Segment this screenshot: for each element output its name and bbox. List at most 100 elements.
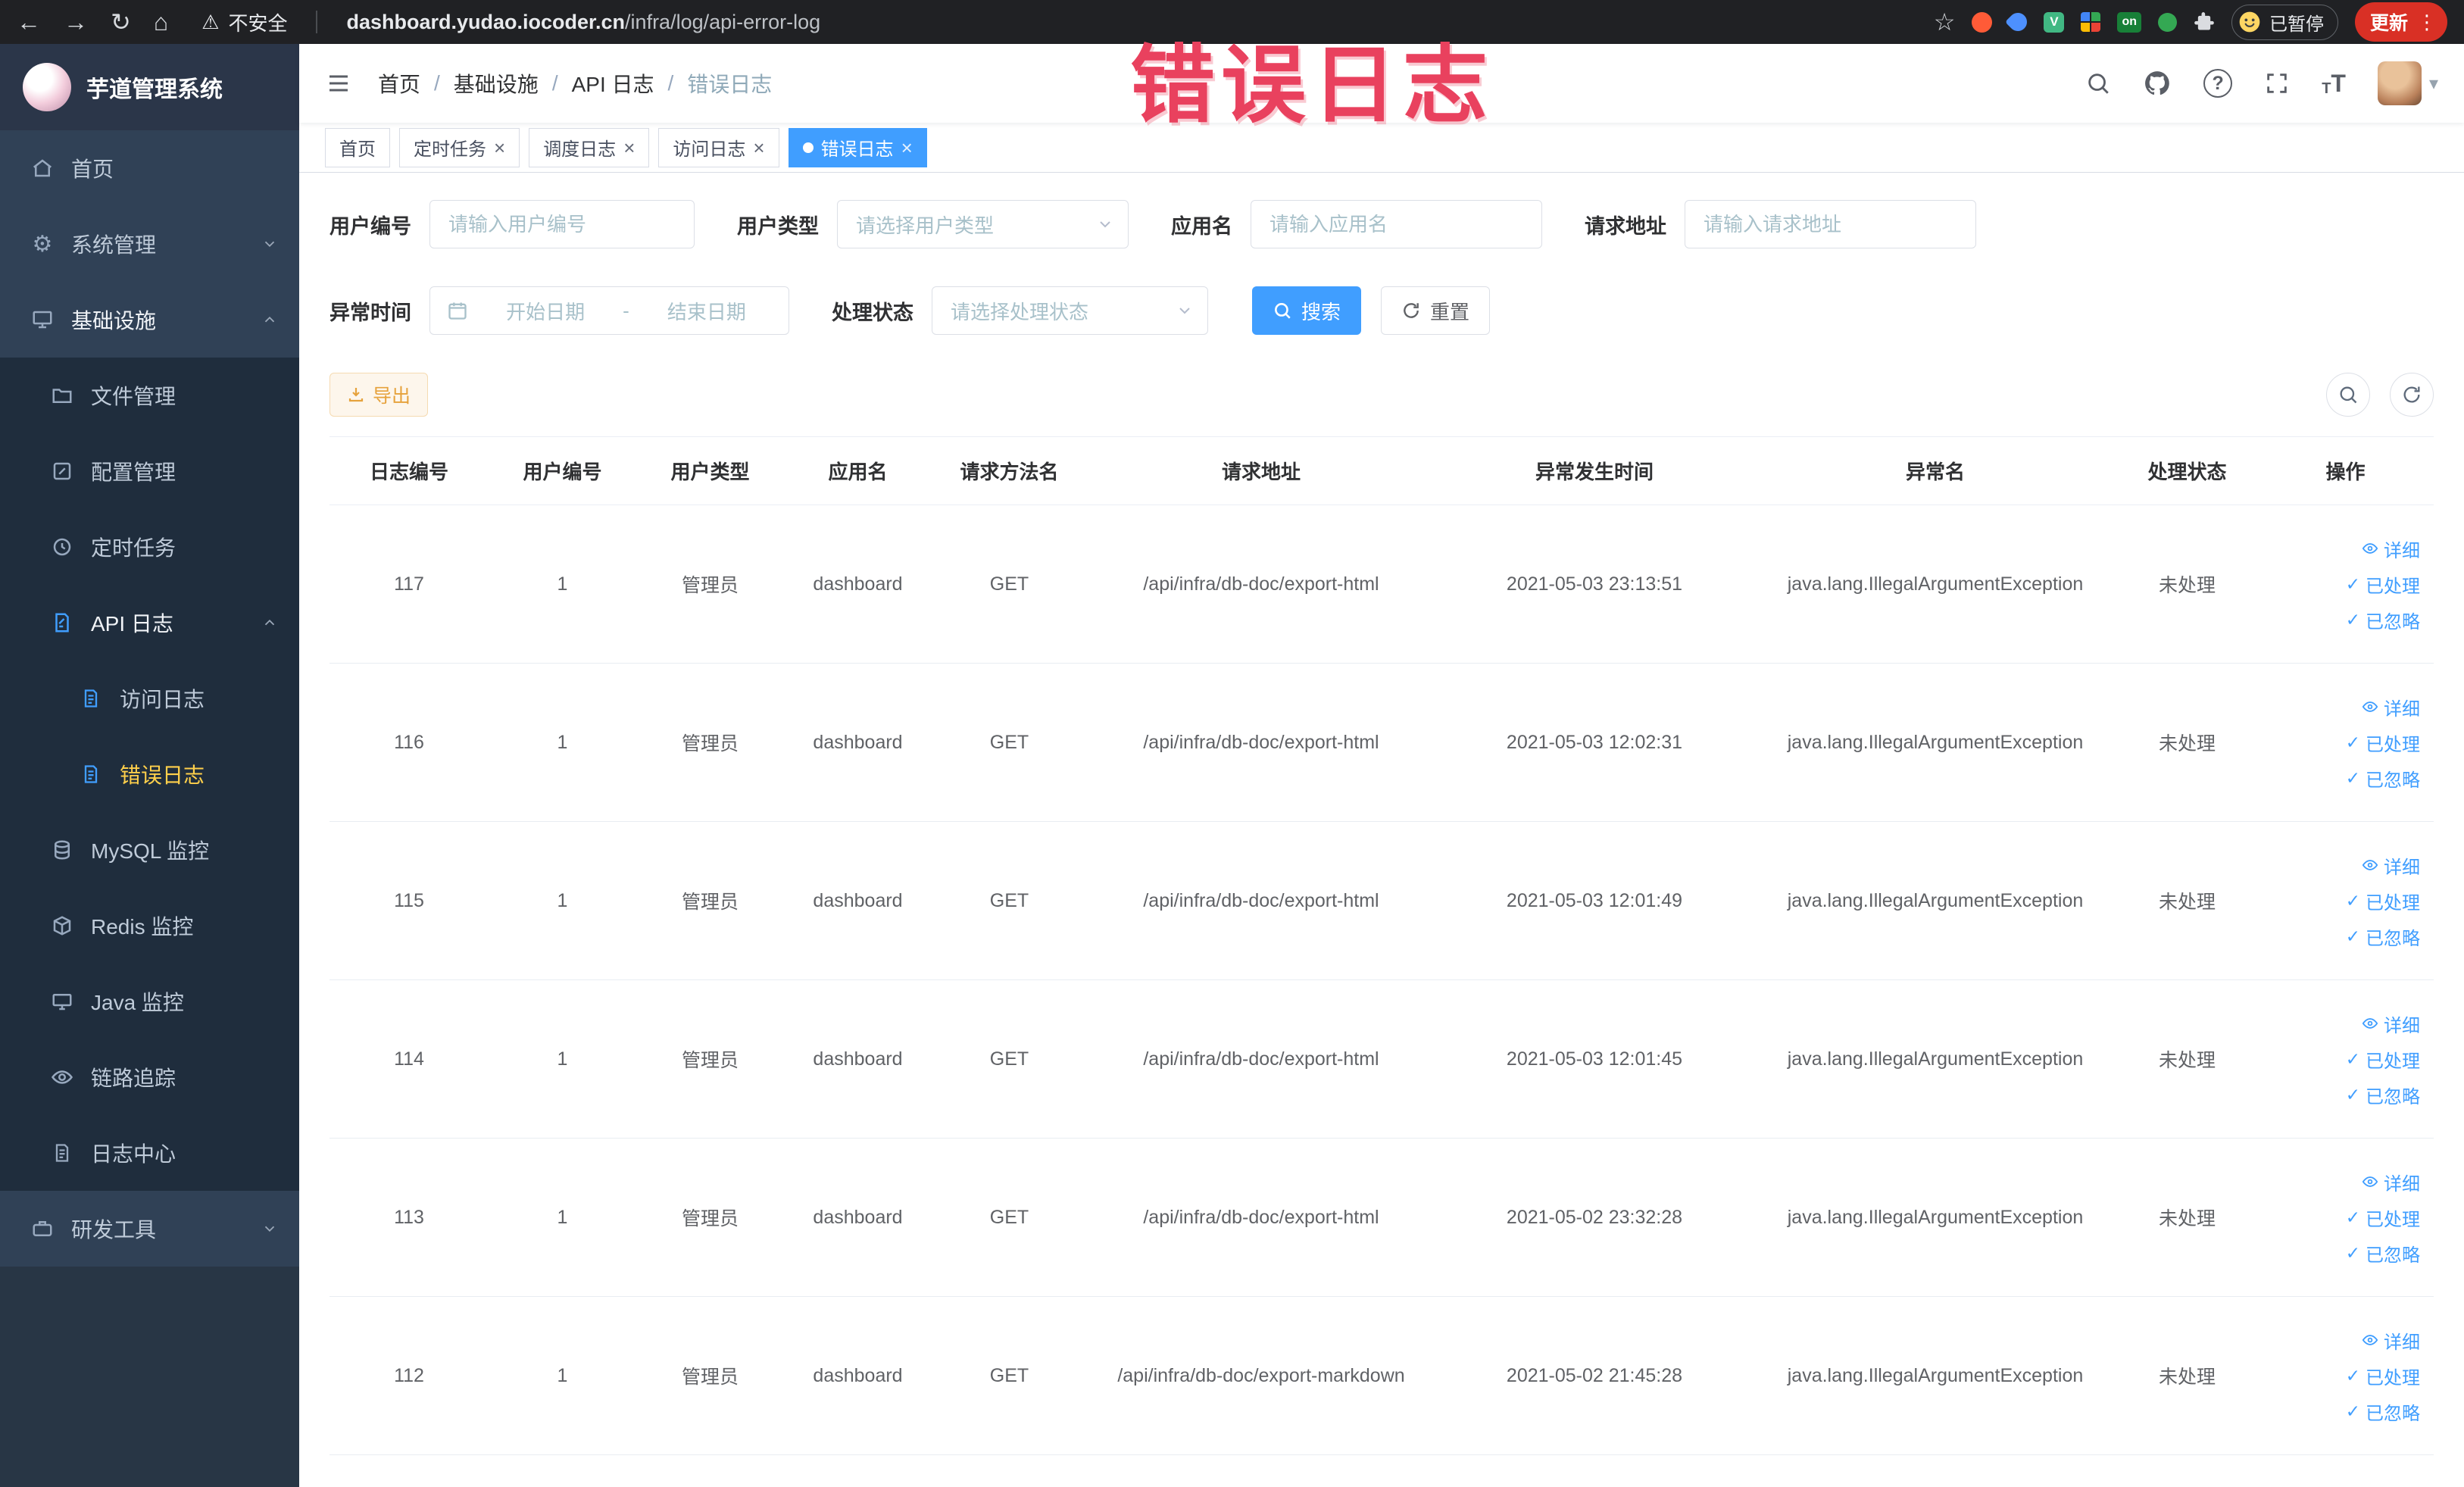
sidebar-item-system-management[interactable]: ⚙ 系统管理: [0, 206, 299, 282]
sidebar-item-log-center[interactable]: 日志中心: [0, 1115, 299, 1191]
request-url-input[interactable]: [1685, 200, 1976, 248]
detail-link[interactable]: 详细: [2362, 1327, 2420, 1354]
forward-icon[interactable]: →: [64, 10, 88, 34]
tab-home[interactable]: 首页: [325, 127, 390, 167]
cell-user-id: 1: [489, 821, 636, 980]
puzzle-icon[interactable]: [2194, 11, 2215, 33]
sidebar-item-redis-monitor[interactable]: Redis 监控: [0, 888, 299, 964]
mark-ignored-link[interactable]: ✓ 已忽略: [2346, 923, 2420, 950]
mark-ignored-link[interactable]: ✓ 已忽略: [2346, 1398, 2420, 1425]
help-icon[interactable]: ?: [2203, 69, 2233, 98]
col-header: 请求方法名: [932, 436, 1087, 505]
sidebar-item-infrastructure[interactable]: 基础设施: [0, 282, 299, 358]
close-icon[interactable]: ×: [753, 138, 764, 158]
breadcrumb-item[interactable]: 首页: [378, 68, 420, 98]
chevron-down-icon: [261, 1220, 278, 1237]
mark-ignored-link[interactable]: ✓ 已忽略: [2346, 1240, 2420, 1267]
sidebar-item-tracing[interactable]: 链路追踪: [0, 1039, 299, 1115]
table-toolbar: 导出: [329, 373, 2434, 417]
breadcrumb-item[interactable]: 基础设施: [454, 68, 539, 98]
github-icon[interactable]: [2143, 69, 2172, 98]
search-button[interactable]: 搜索: [1252, 286, 1362, 335]
sidebar-item-home[interactable]: 首页: [0, 130, 299, 206]
mark-processed-link[interactable]: ✓ 已处理: [2346, 571, 2420, 598]
tab-error-logs[interactable]: 错误日志 ×: [788, 127, 927, 167]
vue-devtools-icon[interactable]: V: [2044, 11, 2065, 33]
chrome-update-button[interactable]: 更新 ⋮: [2354, 2, 2447, 42]
address-bar[interactable]: dashboard.yudao.iocoder.cn/infra/log/api…: [346, 11, 820, 34]
sidebar-item-dev-tools[interactable]: 研发工具: [0, 1191, 299, 1267]
hamburger-icon[interactable]: [325, 70, 352, 97]
bookmark-star-icon[interactable]: ☆: [1934, 10, 1956, 34]
extension-icon[interactable]: [2157, 12, 2177, 32]
end-date-input[interactable]: 结束日期: [642, 297, 772, 325]
check-icon: ✓: [2345, 732, 2360, 752]
detail-link[interactable]: 详细: [2362, 852, 2420, 879]
process-status-select[interactable]: 请选择处理状态: [932, 286, 1208, 335]
breadcrumb-item[interactable]: API 日志: [572, 68, 654, 98]
extension-icon[interactable]: [2081, 12, 2101, 32]
extension-on-icon[interactable]: on: [2117, 11, 2141, 33]
check-icon: ✓: [2345, 1242, 2360, 1263]
app-logo[interactable]: 芋道管理系统: [0, 44, 299, 130]
update-label: 更新: [2369, 13, 2408, 34]
reload-icon[interactable]: ↻: [111, 10, 131, 34]
sidebar-item-scheduled-jobs[interactable]: 定时任务: [0, 509, 299, 585]
back-icon[interactable]: ←: [17, 10, 41, 34]
mark-ignored-link[interactable]: ✓ 已忽略: [2346, 607, 2420, 633]
detail-link[interactable]: 详细: [2362, 536, 2420, 562]
mark-processed-link[interactable]: ✓ 已处理: [2346, 1046, 2420, 1073]
sidebar-item-mysql-monitor[interactable]: MySQL 监控: [0, 812, 299, 888]
fullscreen-icon[interactable]: [2264, 70, 2290, 96]
mark-ignored-link[interactable]: ✓ 已忽略: [2346, 765, 2420, 792]
kebab-menu-icon[interactable]: ⋮: [2417, 11, 2437, 34]
user-id-input[interactable]: [429, 200, 695, 248]
sidebar-item-config-management[interactable]: 配置管理: [0, 433, 299, 509]
mark-ignored-link[interactable]: ✓ 已忽略: [2346, 1082, 2420, 1108]
extension-icon[interactable]: [2005, 9, 2031, 35]
sidebar-item-access-logs[interactable]: 访问日志: [0, 661, 299, 736]
cell-actions: 详细 ✓ 已处理 ✓ 已忽略: [2257, 979, 2434, 1139]
detail-link[interactable]: 详细: [2362, 1011, 2420, 1037]
reset-button[interactable]: 重置: [1381, 286, 1491, 335]
detail-link[interactable]: 详细: [2362, 1169, 2420, 1195]
check-icon: ✓: [2345, 1401, 2360, 1421]
start-date-input[interactable]: 开始日期: [480, 297, 611, 325]
security-chip[interactable]: ⚠ 不安全: [201, 8, 287, 36]
close-icon[interactable]: ×: [494, 138, 505, 158]
mark-processed-link[interactable]: ✓ 已处理: [2346, 729, 2420, 756]
mark-processed-link[interactable]: ✓ 已处理: [2346, 1363, 2420, 1389]
mark-processed-link[interactable]: ✓ 已处理: [2346, 1204, 2420, 1231]
cell-method: GET: [932, 505, 1087, 664]
refresh-button[interactable]: [2390, 373, 2434, 417]
sidebar-item-api-logs[interactable]: API 日志: [0, 585, 299, 661]
mark-processed-link[interactable]: ✓ 已处理: [2346, 888, 2420, 914]
cell-log-id: 117: [329, 505, 489, 664]
close-icon[interactable]: ×: [901, 138, 913, 158]
cell-app-name: dashboard: [784, 1138, 932, 1297]
cell-status: 未处理: [2117, 1296, 2257, 1455]
paused-extension-badge[interactable]: 已暂停: [2231, 4, 2338, 40]
sidebar-item-file-management[interactable]: 文件管理: [0, 358, 299, 433]
col-header: 操作: [2257, 436, 2434, 505]
font-size-icon[interactable]: TT: [2322, 70, 2346, 98]
date-range-picker[interactable]: 开始日期 - 结束日期: [429, 286, 789, 335]
sidebar-item-java-monitor[interactable]: Java 监控: [0, 964, 299, 1039]
tab-dispatch-logs[interactable]: 调度日志 ×: [529, 127, 650, 167]
search-icon[interactable]: [2085, 70, 2111, 96]
detail-link[interactable]: 详细: [2362, 694, 2420, 720]
app-name-input[interactable]: [1251, 200, 1542, 248]
extension-icon[interactable]: [1972, 11, 1993, 33]
user-menu[interactable]: ▾: [2377, 61, 2438, 105]
sidebar-item-error-logs[interactable]: 错误日志: [0, 736, 299, 812]
close-icon[interactable]: ×: [623, 138, 635, 158]
home-icon[interactable]: ⌂: [154, 10, 168, 34]
tab-access-logs[interactable]: 访问日志 ×: [658, 127, 779, 167]
tab-scheduled-jobs[interactable]: 定时任务 ×: [399, 127, 520, 167]
cell-app-name: dashboard: [784, 663, 932, 822]
toggle-search-button[interactable]: [2326, 373, 2370, 417]
export-button[interactable]: 导出: [329, 373, 429, 417]
user-type-select[interactable]: 请选择用户类型: [837, 200, 1129, 248]
cell-log-id: 113: [329, 1138, 489, 1297]
cell-url: /api/infra/db-doc/export-html: [1087, 663, 1435, 822]
